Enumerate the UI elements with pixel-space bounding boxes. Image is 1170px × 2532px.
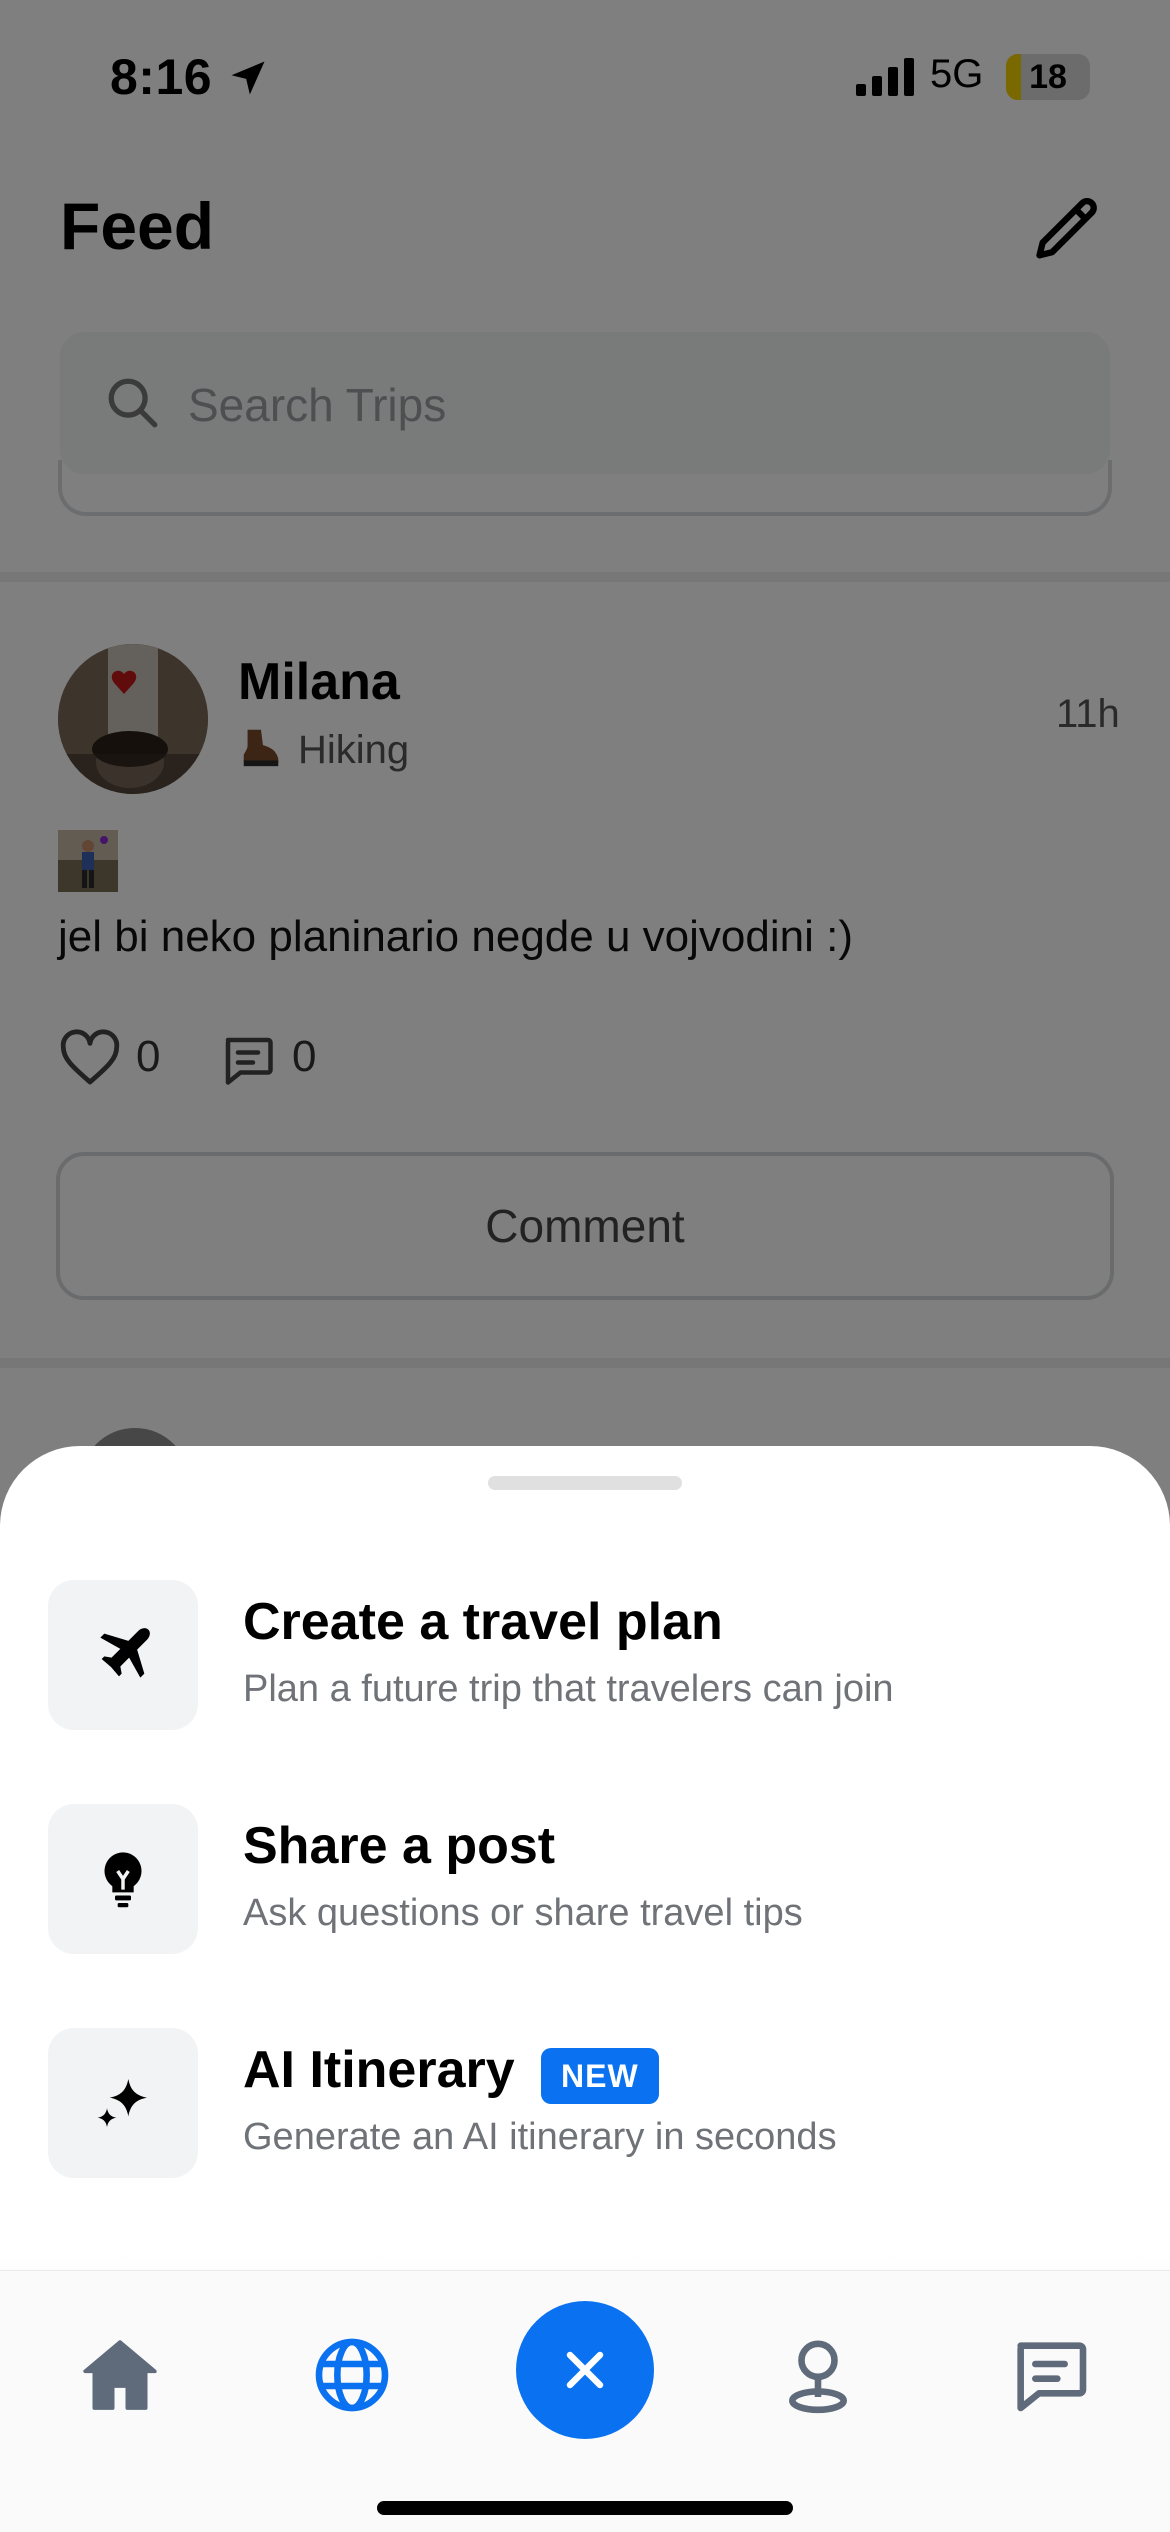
- option-title: AI Itinerary: [243, 2041, 515, 2099]
- tab-map[interactable]: [774, 2331, 862, 2419]
- tab-home[interactable]: [76, 2331, 164, 2419]
- option-subtitle: Generate an AI itinerary in seconds: [243, 2116, 837, 2158]
- option-subtitle: Ask questions or share travel tips: [243, 1892, 803, 1934]
- bottom-tab-bar: [0, 2270, 1170, 2532]
- tab-messages[interactable]: [1006, 2331, 1094, 2419]
- option-icon-box: [48, 1580, 198, 1730]
- map-pin-icon: [789, 2340, 847, 2414]
- close-icon: [566, 2351, 604, 2389]
- airplane-icon: [100, 1628, 150, 1678]
- option-icon-box: [48, 1804, 198, 1954]
- option-icon-box: [48, 2028, 198, 2178]
- sheet-drag-handle[interactable]: [488, 1476, 682, 1490]
- lightbulb-icon: [104, 1852, 142, 1908]
- new-badge: NEW: [541, 2048, 659, 2104]
- globe-icon: [315, 2338, 389, 2412]
- share-post-option[interactable]: Share a post Ask questions or share trav…: [0, 1804, 1170, 1964]
- option-subtitle: Plan a future trip that travelers can jo…: [243, 1668, 894, 1710]
- sparkles-icon: [97, 2079, 147, 2127]
- option-title: Share a post: [243, 1817, 556, 1875]
- home-icon: [83, 2340, 157, 2410]
- chat-icon: [1017, 2342, 1087, 2412]
- tab-explore[interactable]: [308, 2331, 396, 2419]
- close-create-button[interactable]: [516, 2301, 654, 2439]
- create-travel-plan-option[interactable]: Create a travel plan Plan a future trip …: [0, 1580, 1170, 1740]
- home-indicator: [377, 2501, 793, 2515]
- option-title: Create a travel plan: [243, 1593, 723, 1651]
